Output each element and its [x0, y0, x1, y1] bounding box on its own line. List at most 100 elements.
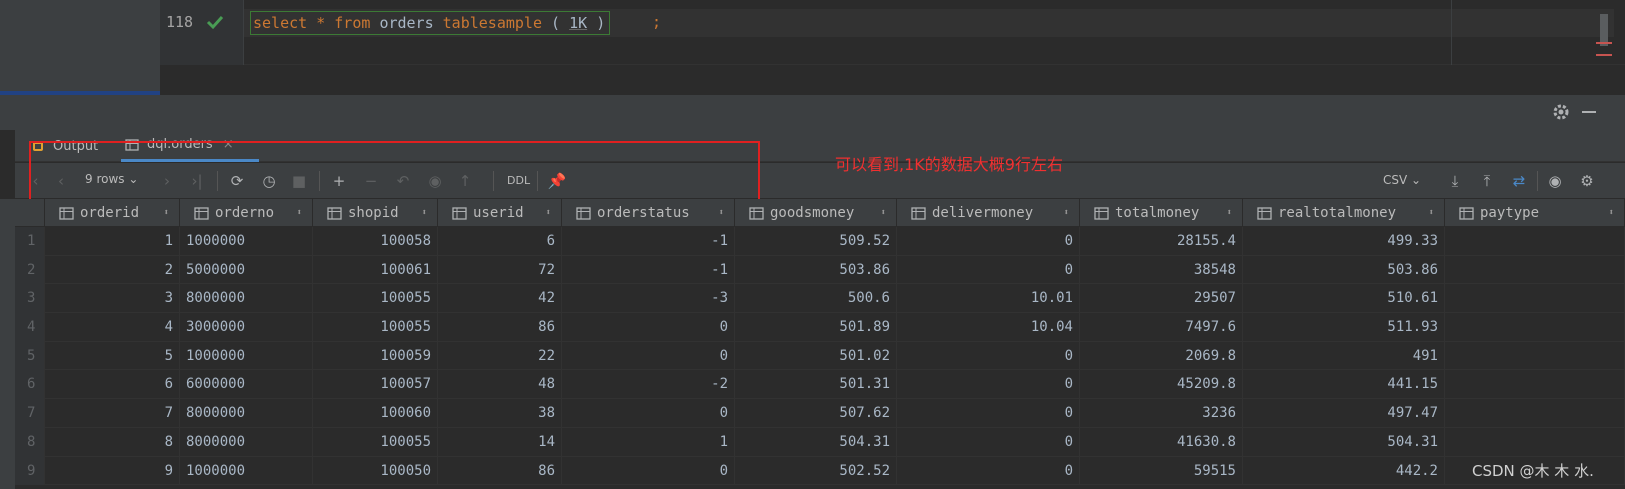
column-header-userid[interactable]: userid ⬍ [438, 199, 562, 227]
table-cell[interactable]: 509.52 [735, 227, 897, 256]
table-cell[interactable]: 48 [438, 370, 562, 400]
table-cell[interactable]: 14 [438, 427, 562, 457]
table-cell[interactable] [1445, 370, 1625, 400]
table-cell[interactable] [1445, 284, 1625, 314]
table-cell[interactable]: 10.01 [897, 284, 1080, 314]
table-cell[interactable]: 8000000 [180, 399, 313, 428]
table-cell[interactable]: 442.2 [1243, 456, 1445, 486]
table-cell[interactable]: 0 [897, 427, 1080, 457]
table-cell[interactable]: 3000000 [180, 313, 313, 342]
table-cell[interactable]: 100061 [313, 255, 438, 285]
column-header-totalmoney[interactable]: totalmoney ⬍ [1080, 199, 1243, 227]
table-cell[interactable]: 511.93 [1243, 313, 1445, 342]
table-cell[interactable]: 5000000 [180, 255, 313, 285]
error-stripe-mark[interactable] [1596, 42, 1612, 44]
table-cell[interactable]: 8000000 [180, 427, 313, 457]
sort-icon[interactable]: ⬍ [719, 208, 724, 218]
sort-icon[interactable]: ⬍ [1064, 208, 1069, 218]
table-cell[interactable]: 1 [562, 427, 735, 457]
table-cell[interactable]: 5 [45, 341, 180, 371]
table-row[interactable]: 2 2 5000000 100061 72 -1 503.86 0 38548 503.86 [15, 255, 1625, 285]
settings-icon[interactable]: ⚙ [1577, 171, 1597, 191]
table-cell[interactable]: 1000000 [180, 227, 313, 256]
table-cell[interactable]: 59515 [1080, 456, 1243, 486]
table-cell[interactable]: 0 [897, 341, 1080, 371]
column-header-shopid[interactable]: shopid ⬍ [313, 199, 438, 227]
table-row[interactable]: 4 4 3000000 100055 86 0 501.89 10.04 7497.6 511.9… [15, 313, 1625, 342]
table-cell[interactable]: 22 [438, 341, 562, 371]
table-row[interactable]: 7 7 8000000 100060 38 0 507.62 0 3236 497.47 [15, 399, 1625, 428]
table-cell[interactable]: 503.86 [735, 255, 897, 285]
table-cell[interactable]: 10.04 [897, 313, 1080, 342]
sort-icon[interactable]: ⬍ [546, 208, 551, 218]
table-cell[interactable]: 0 [897, 227, 1080, 256]
table-cell[interactable]: 72 [438, 255, 562, 285]
sort-icon[interactable]: ⬍ [881, 208, 886, 218]
column-header-goodsmoney[interactable]: goodsmoney ⬍ [735, 199, 897, 227]
table-row[interactable]: 3 3 8000000 100055 42 -3 500.6 10.01 29507 510.61 [15, 284, 1625, 314]
column-header-delivermoney[interactable]: delivermoney ⬍ [897, 199, 1080, 227]
sql-statement[interactable]: select * from orders tablesample ( 1K ) [250, 11, 611, 35]
download-icon[interactable]: ⤓ [1445, 171, 1465, 191]
table-cell[interactable]: 1 [45, 227, 180, 256]
table-cell[interactable]: 0 [897, 255, 1080, 285]
table-cell[interactable]: 2 [45, 255, 180, 285]
table-cell[interactable]: 501.89 [735, 313, 897, 342]
table-cell[interactable] [1445, 341, 1625, 371]
table-cell[interactable]: 86 [438, 313, 562, 342]
eye-icon[interactable]: ◉ [1545, 171, 1565, 191]
compare-icon[interactable]: ⇄ [1509, 171, 1529, 191]
table-row[interactable]: 1 1 1000000 100058 6 -1 509.52 0 28155.4 499.33 [15, 227, 1625, 256]
table-cell[interactable]: 45209.8 [1080, 370, 1243, 400]
sort-icon[interactable]: ⬍ [1227, 208, 1232, 218]
table-cell[interactable]: 0 [562, 399, 735, 428]
table-cell[interactable]: 504.31 [735, 427, 897, 457]
table-cell[interactable]: 3 [45, 284, 180, 314]
column-header-orderstatus[interactable]: orderstatus ⬍ [562, 199, 735, 227]
table-cell[interactable]: 42 [438, 284, 562, 314]
table-cell[interactable]: 510.61 [1243, 284, 1445, 314]
minimize-icon[interactable] [1582, 111, 1596, 113]
column-header-orderno[interactable]: orderno ⬍ [180, 199, 313, 227]
sort-icon[interactable]: ⬍ [1609, 208, 1614, 218]
column-header-paytype[interactable]: paytype ⬍ [1445, 199, 1625, 227]
table-cell[interactable]: -2 [562, 370, 735, 400]
column-header-realtotalmoney[interactable]: realtotalmoney ⬍ [1243, 199, 1445, 227]
table-cell[interactable]: 7497.6 [1080, 313, 1243, 342]
table-cell[interactable] [1445, 227, 1625, 256]
table-cell[interactable]: 100059 [313, 341, 438, 371]
sort-icon[interactable]: ⬍ [422, 208, 427, 218]
table-cell[interactable]: 100058 [313, 227, 438, 256]
table-cell[interactable]: 38548 [1080, 255, 1243, 285]
table-cell[interactable] [1445, 427, 1625, 457]
table-cell[interactable]: 441.15 [1243, 370, 1445, 400]
table-cell[interactable]: 4 [45, 313, 180, 342]
table-cell[interactable]: 8000000 [180, 284, 313, 314]
table-cell[interactable]: 0 [562, 456, 735, 486]
table-cell[interactable]: 507.62 [735, 399, 897, 428]
table-cell[interactable]: 1000000 [180, 456, 313, 486]
table-row[interactable]: 5 5 1000000 100059 22 0 501.02 0 2069.8 491 [15, 341, 1625, 371]
table-cell[interactable]: 504.31 [1243, 427, 1445, 457]
table-cell[interactable]: 3236 [1080, 399, 1243, 428]
table-cell[interactable]: 9 [45, 456, 180, 486]
sort-icon[interactable]: ⬍ [164, 208, 169, 218]
table-cell[interactable] [1445, 255, 1625, 285]
table-cell[interactable]: 86 [438, 456, 562, 486]
table-cell[interactable]: 2069.8 [1080, 341, 1243, 371]
sort-icon[interactable]: ⬍ [297, 208, 302, 218]
table-cell[interactable]: -1 [562, 255, 735, 285]
table-cell[interactable]: 0 [897, 456, 1080, 486]
table-cell[interactable]: 501.31 [735, 370, 897, 400]
table-cell[interactable]: 100055 [313, 427, 438, 457]
column-header-orderid[interactable]: orderid ⬍ [45, 199, 180, 227]
table-cell[interactable]: -1 [562, 227, 735, 256]
table-cell[interactable]: 0 [562, 313, 735, 342]
result-grid[interactable]: orderid ⬍ orderno ⬍ shopid ⬍ userid ⬍ orderstatu… [15, 199, 1625, 489]
table-cell[interactable]: 491 [1243, 341, 1445, 371]
table-cell[interactable]: 6 [45, 370, 180, 400]
table-cell[interactable]: 100055 [313, 313, 438, 342]
table-row[interactable]: 9 9 1000000 100050 86 0 502.52 0 59515 442.2 [15, 456, 1625, 486]
table-row[interactable]: 6 6 6000000 100057 48 -2 501.31 0 45209.8 441.15 [15, 370, 1625, 400]
table-cell[interactable]: 28155.4 [1080, 227, 1243, 256]
